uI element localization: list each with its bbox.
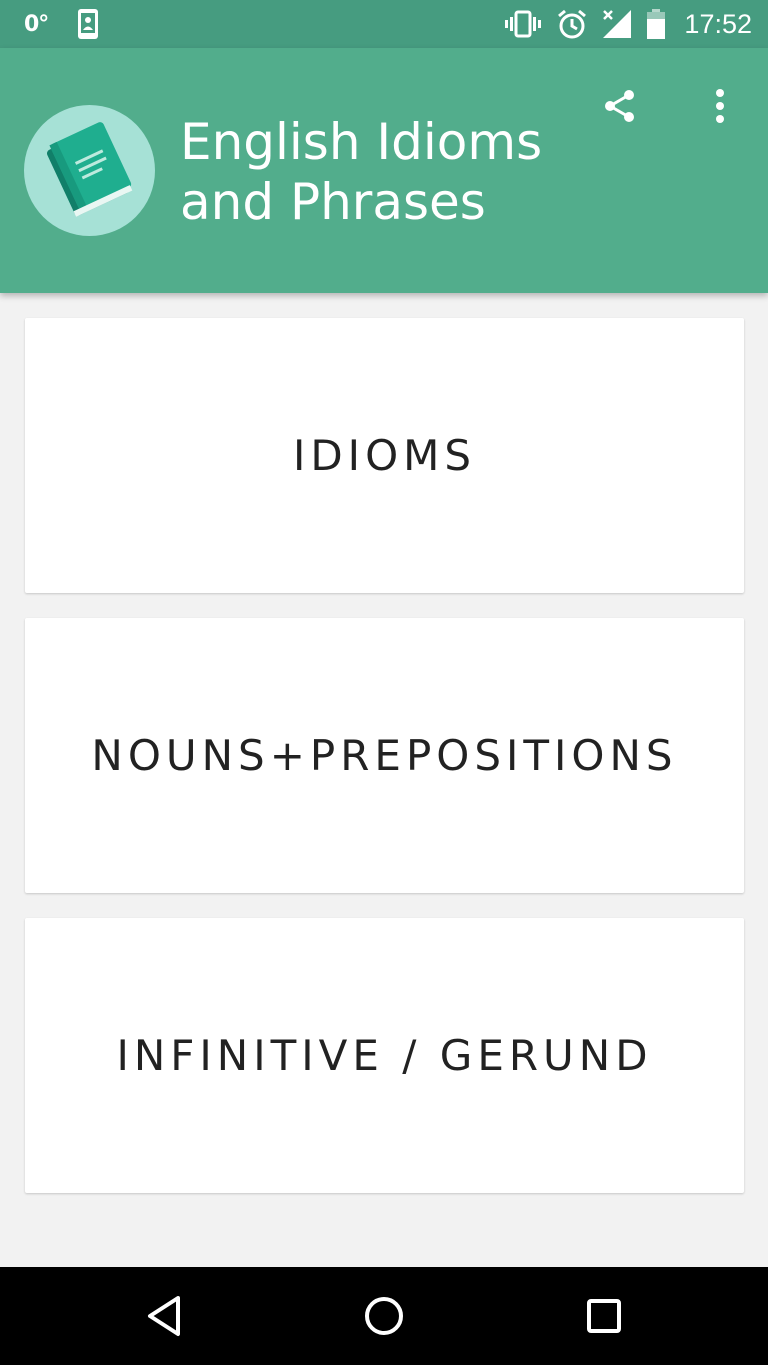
menu-list: IDIOMS NOUNS+PREPOSITIONS INFINITIVE / G…	[0, 293, 768, 1267]
nouns-prepositions-card[interactable]: NOUNS+PREPOSITIONS	[25, 618, 744, 893]
card-label: IDIOMS	[292, 431, 477, 480]
home-button[interactable]	[352, 1284, 416, 1348]
app-title: English Idioms and Phrases	[180, 113, 543, 231]
app-logo	[24, 105, 155, 236]
recents-button[interactable]	[572, 1284, 636, 1348]
app-bar: English Idioms and Phrases	[0, 48, 768, 293]
infinitive-gerund-card[interactable]: INFINITIVE / GERUND	[25, 918, 744, 1193]
clock-text: 17:52	[684, 8, 752, 39]
device-admin-icon	[78, 9, 99, 39]
temperature-text: 0°	[24, 11, 49, 37]
share-icon	[605, 90, 634, 122]
vibrate-icon	[505, 10, 542, 38]
battery-icon	[647, 9, 666, 39]
more-vert-icon	[716, 89, 724, 123]
home-icon	[365, 1297, 403, 1335]
book-icon	[47, 122, 133, 217]
navigation-bar	[0, 1267, 768, 1365]
idioms-card[interactable]: IDIOMS	[25, 318, 744, 593]
recents-icon	[587, 1299, 621, 1333]
share-button[interactable]	[596, 82, 644, 130]
alarm-icon	[558, 9, 587, 39]
back-icon	[148, 1296, 180, 1336]
card-label: INFINITIVE / GERUND	[116, 1031, 653, 1080]
no-signal-icon	[603, 10, 632, 38]
overflow-menu-button[interactable]	[696, 82, 744, 130]
status-right: 17:52	[504, 6, 752, 42]
status-left: 0°	[24, 8, 100, 40]
card-label: NOUNS+PREPOSITIONS	[91, 731, 678, 780]
status-bar: 0° 17:52	[0, 0, 768, 48]
back-button[interactable]	[132, 1284, 196, 1348]
